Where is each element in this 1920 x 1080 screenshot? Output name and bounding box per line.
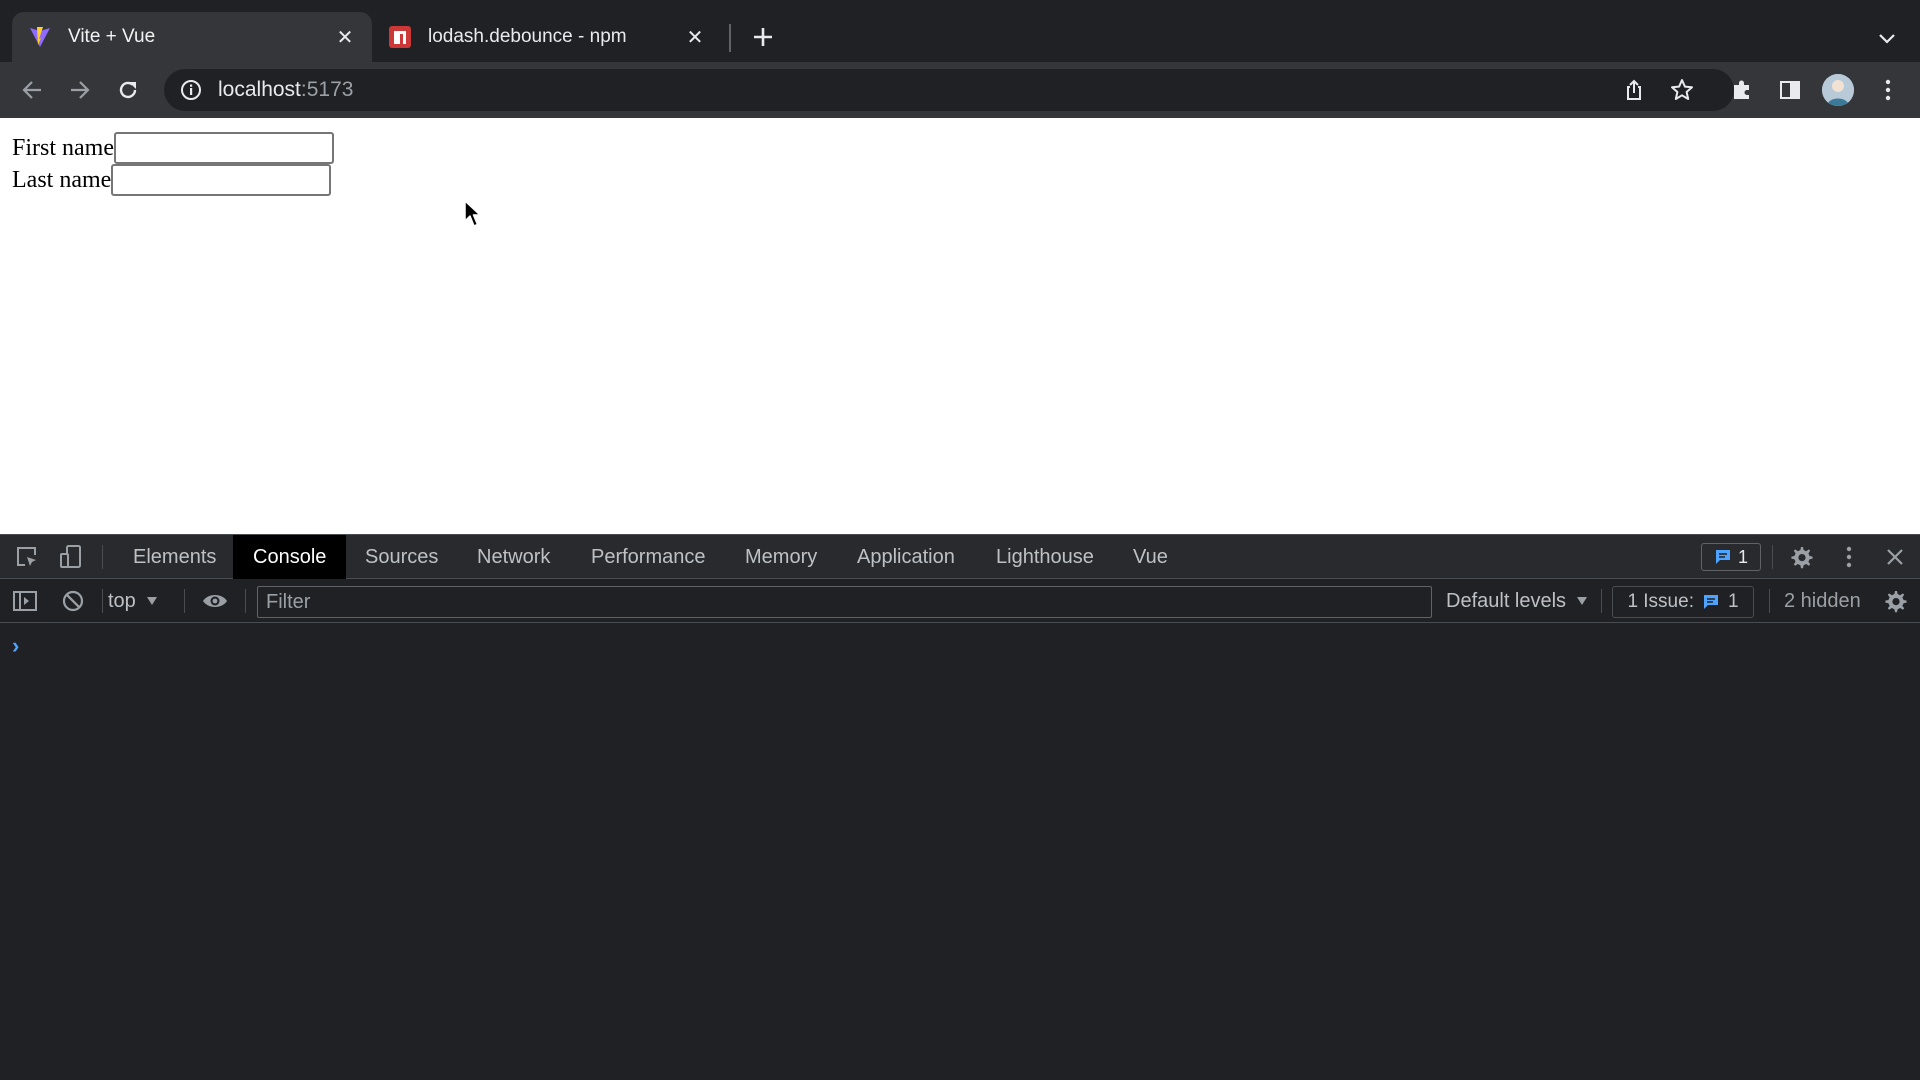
browser-menu-button[interactable] xyxy=(1868,70,1908,110)
tab-title: Vite + Vue xyxy=(68,26,156,47)
mouse-pointer-icon xyxy=(464,200,481,227)
tab-performance[interactable]: Performance xyxy=(571,535,726,579)
close-tab-icon[interactable]: ✕ xyxy=(332,24,358,50)
browser-tab-vite[interactable]: Vite + Vue ✕ xyxy=(12,12,372,62)
context-value: top xyxy=(108,589,136,612)
issues-badge-button[interactable]: 1 xyxy=(1701,543,1761,571)
console-settings-icon[interactable] xyxy=(1880,586,1910,616)
inspect-element-icon[interactable] xyxy=(12,542,42,572)
browser-tab-npm[interactable]: lodash.debounce - npm ✕ xyxy=(372,12,722,62)
address-bar[interactable]: localhost:5173 xyxy=(164,69,1734,111)
tab-lighthouse[interactable]: Lighthouse xyxy=(976,535,1114,579)
issues-label: 1 Issue: xyxy=(1627,591,1694,612)
browser-toolbar: localhost:5173 xyxy=(0,62,1920,118)
tab-search-button[interactable] xyxy=(1870,22,1904,56)
tab-divider xyxy=(729,24,731,52)
side-panel-icon xyxy=(1780,81,1800,99)
devtools-panel: Elements Console Sources Network Perform… xyxy=(0,534,1920,1080)
chevron-down-icon xyxy=(1879,34,1895,44)
toolbar-divider xyxy=(245,589,246,613)
tab-memory[interactable]: Memory xyxy=(725,535,837,579)
console-prompt-chevron-icon[interactable]: › xyxy=(12,633,19,659)
hidden-messages-count: 2 hidden xyxy=(1784,590,1861,612)
tab-title: lodash.debounce - npm xyxy=(428,26,627,47)
vite-logo-icon xyxy=(28,25,52,49)
share-icon xyxy=(1627,79,1641,100)
devtools-close-icon[interactable] xyxy=(1880,542,1910,572)
message-icon xyxy=(1703,595,1718,609)
clear-console-icon[interactable] xyxy=(58,586,88,616)
devtools-settings-icon[interactable] xyxy=(1786,542,1816,572)
site-info-icon[interactable] xyxy=(178,77,204,103)
reload-icon xyxy=(119,81,137,99)
new-tab-button[interactable] xyxy=(746,20,780,54)
back-button[interactable] xyxy=(12,70,52,110)
log-levels-label: Default levels xyxy=(1446,589,1567,612)
log-levels-select[interactable]: Default levels xyxy=(1446,579,1588,623)
console-filter-input[interactable] xyxy=(257,586,1432,618)
last-name-label: Last name xyxy=(12,166,112,193)
plus-icon xyxy=(754,28,772,46)
profile-avatar[interactable] xyxy=(1822,74,1854,106)
tab-strip: Vite + Vue ✕ lodash.debounce - npm ✕ xyxy=(0,0,1920,62)
npm-logo-icon xyxy=(388,25,412,49)
star-icon xyxy=(1671,79,1693,100)
tab-network[interactable]: Network xyxy=(457,535,570,579)
sidebar-toggle-icon[interactable] xyxy=(10,586,40,616)
first-name-input[interactable] xyxy=(114,132,334,164)
bookmark-button[interactable] xyxy=(1662,70,1702,110)
execution-context-select[interactable]: top xyxy=(108,579,158,623)
toolbar-divider xyxy=(1772,545,1773,569)
url-text: localhost:5173 xyxy=(218,78,354,101)
share-button[interactable] xyxy=(1614,70,1654,110)
page-viewport: First name Last name xyxy=(0,118,1920,534)
first-name-label: First name xyxy=(12,134,114,161)
devtools-tab-bar: Elements Console Sources Network Perform… xyxy=(0,535,1920,579)
devtools-more-icon[interactable] xyxy=(1834,542,1864,572)
arrow-right-icon xyxy=(71,81,90,99)
device-toolbar-icon[interactable] xyxy=(56,542,86,572)
dropdown-triangle-icon xyxy=(1577,597,1588,605)
last-name-row: Last name xyxy=(12,164,332,196)
first-name-row: First name xyxy=(12,132,334,164)
kebab-menu-icon xyxy=(1885,79,1891,101)
reload-button[interactable] xyxy=(108,70,148,110)
toolbar-divider xyxy=(102,545,103,569)
forward-button[interactable] xyxy=(60,70,100,110)
live-expression-eye-icon[interactable] xyxy=(200,586,230,616)
console-toolbar: top Default levels 1 Issue: 1 2 hidden xyxy=(0,579,1920,623)
tab-console[interactable]: Console xyxy=(233,535,347,579)
tab-vue[interactable]: Vue xyxy=(1113,535,1188,579)
tab-application[interactable]: Application xyxy=(837,535,975,579)
issues-badge-count: 1 xyxy=(1737,546,1748,567)
tab-sources[interactable]: Sources xyxy=(345,535,458,579)
issues-count-button[interactable]: 1 Issue: 1 xyxy=(1612,586,1754,618)
close-tab-icon[interactable]: ✕ xyxy=(682,24,708,50)
toolbar-divider xyxy=(184,589,185,613)
toolbar-divider xyxy=(102,589,103,613)
tab-elements[interactable]: Elements xyxy=(113,535,236,579)
message-icon xyxy=(1715,550,1730,564)
toolbar-divider xyxy=(1601,589,1602,613)
dropdown-triangle-icon xyxy=(146,597,157,605)
arrow-left-icon xyxy=(22,81,41,99)
toolbar-divider xyxy=(1769,589,1770,613)
issues-count-value: 1 xyxy=(1727,591,1739,612)
last-name-input[interactable] xyxy=(111,164,332,196)
side-panel-button[interactable] xyxy=(1770,70,1810,110)
extensions-button[interactable] xyxy=(1722,70,1762,110)
puzzle-icon xyxy=(1734,80,1749,99)
